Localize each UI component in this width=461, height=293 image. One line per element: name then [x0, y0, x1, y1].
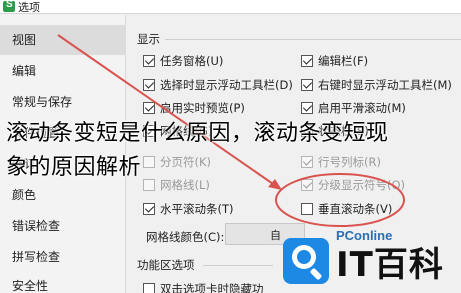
overlay-line-1: 滚动条变短是什么原因，滚动条变短现: [6, 121, 389, 146]
smooth-scroll-label: 启用平滑滚动(M): [318, 101, 406, 115]
formula-bar-label: 编辑栏(F): [318, 54, 369, 68]
gridline-color-value: 自: [270, 229, 281, 242]
nav-item-spell-check[interactable]: 拼写检查: [0, 242, 126, 272]
float-toolbar-rightclick-label: 右键时显示浮动工具栏(M): [318, 78, 452, 92]
float-toolbar-select-label: 选择时显示浮动工具栏(D): [160, 78, 293, 92]
horizontal-scrollbar-label: 水平滚动条(T): [160, 202, 234, 216]
watermark-site: PConline: [336, 228, 393, 243]
float-toolbar-rightclick-checkbox[interactable]: [301, 79, 313, 91]
smooth-scroll-checkbox[interactable]: [301, 102, 313, 114]
nav-item-error-check[interactable]: 错误检查: [0, 211, 126, 241]
group-divider: [203, 265, 273, 266]
nav-item-general-save[interactable]: 常规与保存: [0, 87, 126, 117]
nav-item-edit[interactable]: 编辑: [0, 56, 126, 86]
pconline-logo-icon: [283, 238, 329, 284]
display-group-label: 显示: [137, 32, 160, 46]
live-preview-label: 启用实时预览(P): [160, 101, 245, 115]
title-bar: 选项: [0, 0, 461, 14]
overlay-line-2: 象的原因解析: [6, 155, 142, 180]
task-pane-label: 任务窗格(U): [160, 54, 224, 68]
window-title: 选项: [18, 1, 40, 14]
gridline-color-label: 网格线颜色(C):: [146, 230, 225, 244]
double-click-hide-label: 双击选项卡时隐藏功: [160, 282, 264, 293]
double-click-hide-checkbox[interactable]: [143, 283, 155, 293]
float-toolbar-select-checkbox[interactable]: [143, 79, 155, 91]
nav-item-view[interactable]: 视图: [0, 25, 126, 55]
app-icon: [3, 0, 15, 12]
article-overlay-caption: 滚动条变短是什么原因，滚动条变短现 象的原因解析: [0, 117, 461, 185]
formula-bar-checkbox[interactable]: [301, 55, 313, 67]
horizontal-scrollbar-checkbox[interactable]: [143, 203, 155, 215]
vertical-scrollbar-label: 垂直滚动条(V): [318, 202, 393, 216]
nav-item-security[interactable]: 安全性: [0, 271, 126, 293]
ribbon-group-label: 功能区选项: [137, 258, 195, 272]
group-divider: [165, 39, 461, 40]
task-pane-checkbox[interactable]: [143, 55, 155, 67]
live-preview-checkbox[interactable]: [143, 102, 155, 114]
watermark-brand: IT百科: [336, 245, 444, 285]
vertical-scrollbar-checkbox[interactable]: [301, 203, 313, 215]
